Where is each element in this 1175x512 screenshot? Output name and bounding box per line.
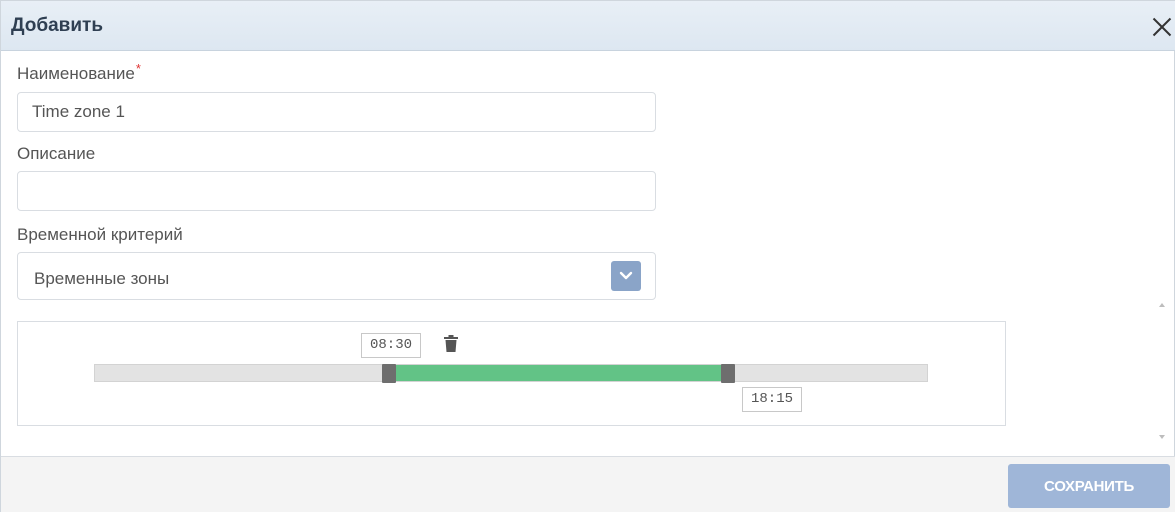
save-button[interactable]: СОХРАНИТЬ (1008, 464, 1170, 508)
close-icon[interactable] (1151, 16, 1173, 38)
range-end-handle[interactable] (721, 364, 736, 383)
required-mark: * (135, 61, 141, 76)
description-input[interactable] (17, 171, 656, 211)
time-range-fill[interactable] (389, 365, 729, 381)
name-label-row: Наименование* (17, 61, 141, 84)
add-dialog: Добавить Наименование* Описание Временно… (0, 0, 1175, 512)
start-time-label[interactable]: 08:30 (361, 333, 422, 358)
scrollbar[interactable] (1154, 299, 1170, 447)
description-label: Описание (17, 144, 96, 163)
scroll-up-arrow-icon[interactable] (1159, 303, 1165, 307)
dropdown-button[interactable] (611, 261, 641, 291)
trash-icon[interactable] (443, 335, 459, 353)
dialog-title: Добавить (11, 15, 104, 36)
dialog-footer: СОХРАНИТЬ (1, 456, 1175, 512)
name-input[interactable] (17, 92, 656, 132)
range-start-handle[interactable] (382, 364, 397, 383)
criterion-selected-value: Временные зоны (34, 269, 170, 288)
criterion-select[interactable]: Временные зоны (17, 252, 656, 300)
time-range-panel: 08:30 18:15 (17, 321, 1006, 426)
scroll-down-arrow-icon[interactable] (1159, 435, 1165, 439)
criterion-label: Временной критерий (17, 225, 183, 244)
dialog-titlebar: Добавить (1, 1, 1175, 51)
name-label: Наименование (17, 64, 135, 83)
end-time-label[interactable]: 18:15 (742, 387, 803, 412)
chevron-down-icon (619, 271, 633, 280)
